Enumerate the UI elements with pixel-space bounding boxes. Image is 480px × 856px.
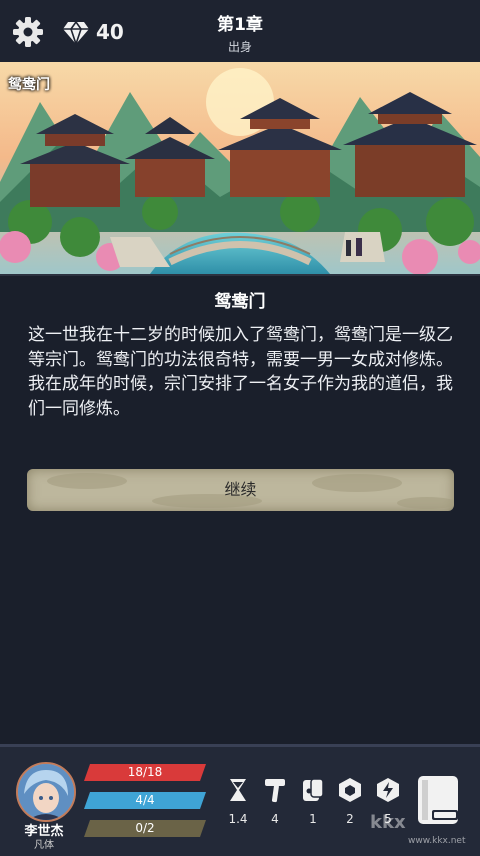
story-text: 这一世我在十二岁的时候加入了鸳鸯门，鸳鸯门是一级乙等宗门。鸳鸯门的功法很奇特，需…: [28, 323, 458, 421]
player-realm: 凡体: [34, 840, 54, 851]
continue-button[interactable]: 继续: [27, 469, 454, 511]
exp-value: 0/2: [135, 821, 155, 835]
hourglass-icon[interactable]: [224, 776, 252, 804]
hp-value: 18/18: [127, 765, 163, 779]
stat-value: 2: [346, 812, 354, 826]
scene-illustration: [0, 62, 480, 276]
mp-value: 4/4: [135, 793, 155, 807]
shield-icon[interactable]: [336, 776, 364, 804]
story-paragraph: 我在成年的时候，宗门安排了一名女子作为我的道侣，我们一同修炼。: [28, 374, 453, 419]
lightning-shield-icon[interactable]: [374, 776, 402, 804]
watermark: kkx www.kkx.net: [370, 812, 466, 846]
watermark-text: kkx: [370, 812, 406, 833]
watermark-domain: www.kkx.net: [408, 836, 466, 846]
chapter-title: 第1章: [217, 15, 263, 35]
chapter-subtitle: 出身: [227, 40, 252, 54]
continue-label: 继续: [224, 480, 257, 499]
stat-value: 1: [309, 812, 317, 826]
scene-label: 鸳鸯门: [8, 77, 50, 93]
mp-bar: 4/4: [84, 792, 206, 809]
hammer-icon[interactable]: [261, 776, 289, 804]
stat-value: 1.4: [228, 812, 248, 826]
book-icon[interactable]: [414, 774, 464, 826]
stat-value: 4: [271, 812, 279, 826]
story-paragraph: 这一世我在十二岁的时候加入了鸳鸯门，鸳鸯门是一级乙等宗门。鸳鸯门的功法很奇特，需…: [28, 325, 453, 370]
story-title: 鸳鸯门: [214, 292, 266, 312]
player-avatar[interactable]: [16, 762, 76, 822]
card-icon[interactable]: [299, 776, 327, 804]
exp-bar: 0/2: [84, 820, 206, 837]
hp-bar: 18/18: [84, 764, 206, 781]
